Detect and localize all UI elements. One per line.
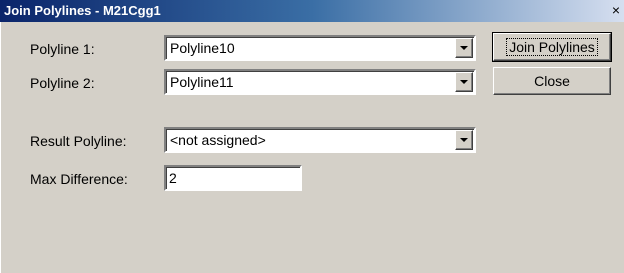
close-button[interactable]: Close (493, 67, 611, 95)
result-polyline-dropdown-button[interactable] (455, 130, 473, 150)
join-polylines-button[interactable]: Join Polylines (492, 32, 612, 62)
polyline1-select[interactable]: Polyline10 (164, 35, 476, 61)
max-difference-input[interactable]: 2 (164, 165, 302, 191)
chevron-down-icon (460, 138, 468, 142)
join-polylines-button-label: Join Polylines (506, 38, 598, 56)
close-button-label: Close (534, 73, 570, 89)
polyline2-dropdown-button[interactable] (455, 72, 473, 92)
result-polyline-select[interactable]: <not assigned> (164, 127, 476, 153)
result-polyline-value: <not assigned> (170, 132, 266, 148)
result-polyline-label: Result Polyline: (30, 133, 127, 149)
chevron-down-icon (460, 46, 468, 50)
polyline2-select[interactable]: Polyline11 (164, 69, 476, 95)
polyline2-label: Polyline 2: (30, 75, 95, 91)
chevron-down-icon (460, 80, 468, 84)
polyline2-value: Polyline11 (170, 74, 234, 90)
close-icon[interactable]: × (608, 2, 624, 18)
dialog-body: Polyline 1: Polyline10 Polyline 2: Polyl… (0, 22, 624, 273)
title-bar: Join Polylines - M21Cgg1 × (0, 0, 624, 22)
polyline1-label: Polyline 1: (30, 41, 95, 57)
polyline1-value: Polyline10 (170, 40, 235, 56)
window-title: Join Polylines - M21Cgg1 (4, 3, 161, 18)
polyline1-dropdown-button[interactable] (455, 38, 473, 58)
max-difference-label: Max Difference: (30, 171, 128, 187)
max-difference-value: 2 (169, 170, 177, 186)
